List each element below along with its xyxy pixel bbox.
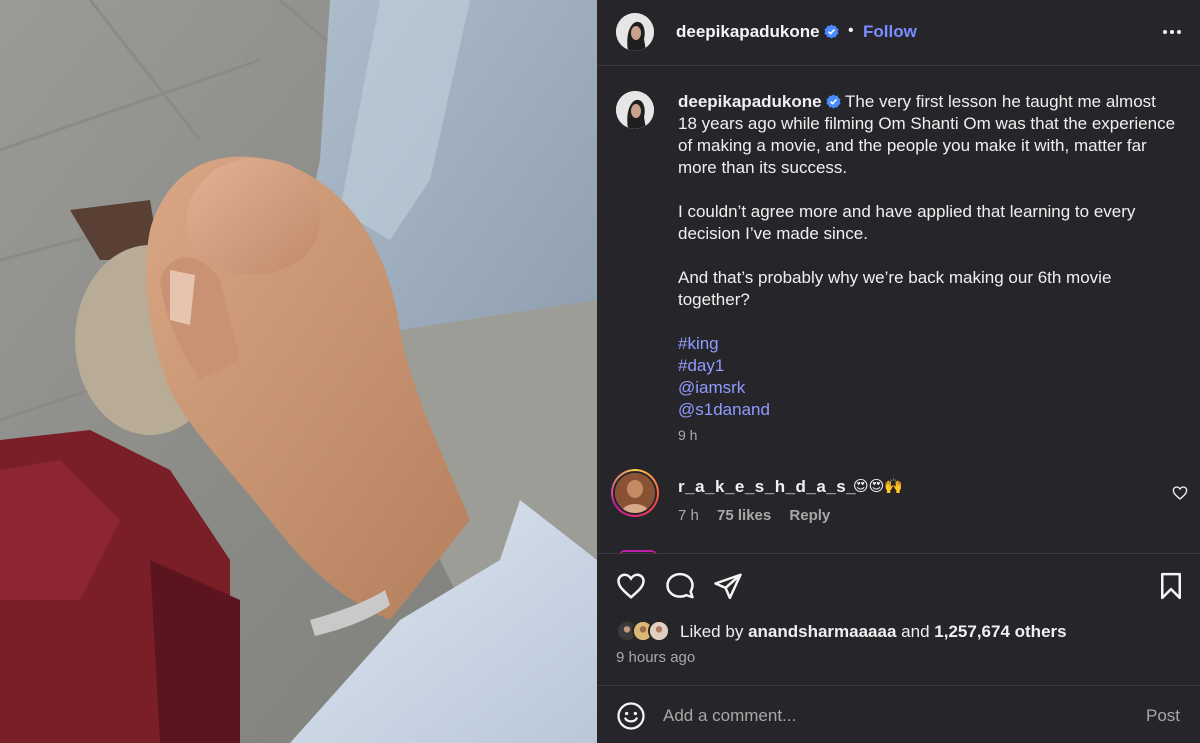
author-username[interactable]: deepikapadukone [676, 22, 839, 42]
holding-hands-photo [0, 0, 597, 743]
comments-section: deepikapadukone The very first lesson he… [597, 67, 1200, 552]
commenter-avatar[interactable] [611, 469, 659, 517]
post-actions: Liked by anandsharmaaaaa and 1,257,674 o… [597, 553, 1200, 743]
caption-text: deepikapadukone The very first lesson he… [678, 91, 1178, 421]
separator-dot: • [848, 22, 854, 39]
author-avatar[interactable] [616, 13, 654, 51]
profile-picture-icon [650, 622, 668, 640]
liker-username[interactable]: anandsharmaaaaa [748, 622, 896, 641]
follow-button[interactable]: Follow [863, 22, 917, 42]
mention-link[interactable]: @s1danand [678, 399, 1178, 421]
like-heart-icon[interactable] [616, 571, 646, 601]
liker-avatar[interactable] [648, 620, 670, 642]
hashtag-link[interactable]: #day1 [678, 355, 1178, 377]
commenter-username[interactable]: r_a_k_e_s_h_d_a_s_ [678, 477, 856, 497]
post-photo[interactable] [0, 0, 597, 743]
add-comment-bar: Post [597, 685, 1200, 743]
caption-paragraph-3: And that’s probably why we’re back makin… [678, 268, 1112, 309]
hashtag-link[interactable]: #king [678, 333, 1178, 355]
post-detail-panel: deepikapadukone • Follow deepikapadukone… [597, 0, 1200, 743]
add-comment-input[interactable] [663, 703, 1103, 729]
caption-author-avatar[interactable] [616, 91, 654, 129]
caption-paragraph-2: I couldn’t agree more and have applied t… [678, 202, 1136, 243]
likes-count[interactable]: 1,257,674 others [934, 622, 1066, 641]
share-send-icon[interactable] [713, 571, 743, 601]
comment-meta: 7 h 75 likes Reply [678, 507, 844, 524]
comment-text: 😍😍🙌 [853, 478, 903, 495]
verified-badge-icon [826, 94, 841, 109]
save-bookmark-icon[interactable] [1156, 571, 1186, 601]
likes-summary: Liked by anandsharmaaaaa and 1,257,674 o… [616, 620, 1176, 646]
likes-text[interactable]: Liked by anandsharmaaaaa and 1,257,674 o… [680, 622, 1067, 642]
more-horizontal-icon[interactable] [1160, 20, 1184, 44]
post-header: deepikapadukone • Follow [597, 0, 1200, 66]
verified-badge-icon [824, 24, 839, 39]
profile-picture-icon [615, 473, 655, 513]
profile-picture-icon [616, 91, 654, 129]
profile-picture-icon [616, 13, 654, 51]
caption-username[interactable]: deepikapadukone [678, 92, 822, 111]
mention-link[interactable]: @iamsrk [678, 377, 1178, 399]
emoji-icon[interactable] [616, 701, 646, 731]
caption-timestamp[interactable]: 9 h [678, 427, 697, 443]
comment-timestamp[interactable]: 7 h [678, 507, 699, 524]
post-timestamp[interactable]: 9 hours ago [616, 649, 695, 666]
reply-button[interactable]: Reply [789, 507, 830, 524]
comment-bubble-icon[interactable] [665, 571, 695, 601]
comment-like-heart-icon[interactable] [1172, 485, 1188, 501]
comment-likes[interactable]: 75 likes [717, 507, 771, 524]
post-comment-button[interactable]: Post [1146, 706, 1180, 726]
